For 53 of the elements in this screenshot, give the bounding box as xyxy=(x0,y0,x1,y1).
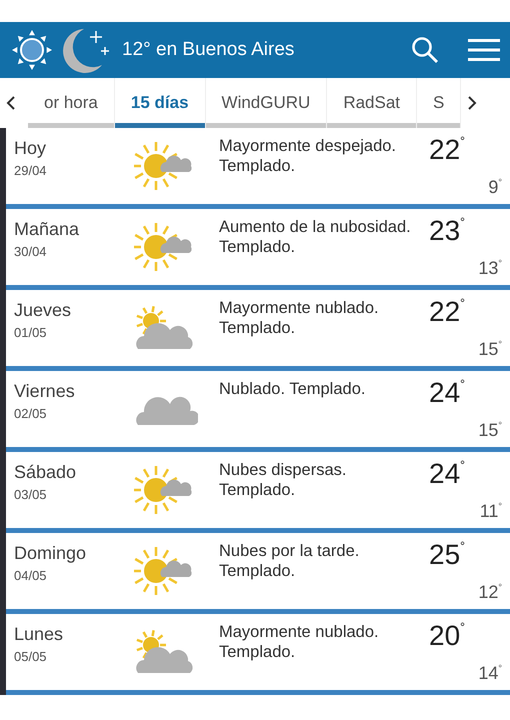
forecast-row[interactable]: Mañana 30/04 Aumento de la nubosidad. Templado. 23$^{°}$ 13$^{°}$ xyxy=(6,209,510,290)
menu-icon[interactable] xyxy=(468,37,500,63)
min-temperature: 15$^{°}$ xyxy=(478,420,502,442)
forecast-description: Aumento de la nubosidad. Templado. xyxy=(219,217,412,258)
day-name: Domingo xyxy=(14,543,88,564)
forecast-description: Mayormente despejado. Templado. xyxy=(219,136,398,177)
min-temperature: 15$^{°}$ xyxy=(478,339,502,361)
date-label: 03/05 xyxy=(14,487,48,502)
max-temperature: 20$^{°}$ xyxy=(429,619,465,652)
date-label: 30/04 xyxy=(14,244,48,259)
date-label: 01/05 xyxy=(14,325,48,340)
forecast-row[interactable]: Jueves 01/05 Mayormente nublado. Templado. 22$^{°}$ 15$^{°}$ xyxy=(6,290,510,371)
forecast-description: Nublado. Templado. xyxy=(219,379,366,400)
min-temperature: 12$^{°}$ xyxy=(478,582,502,604)
forecast-description: Nubes dispersas. Templado. xyxy=(219,460,348,501)
tab[interactable]: 15 días xyxy=(114,78,206,128)
day-name: Jueves xyxy=(14,300,72,321)
forecast-row[interactable]: Domingo 04/05 Nubes por la tarde. Templado. 25$^{°}$ 12$^{°}$ xyxy=(6,533,510,614)
max-temperature: 22$^{°}$ xyxy=(429,133,465,166)
day-name: Viernes xyxy=(14,381,76,402)
tab[interactable]: WindGURU xyxy=(206,78,328,128)
forecast-row[interactable]: Viernes 02/05 Nublado. Templado. 24$^{°}$ 15$^{°}$ xyxy=(6,371,510,452)
max-temperature: 23$^{°}$ xyxy=(429,214,465,247)
search-icon[interactable] xyxy=(410,35,440,65)
date-label: 29/04 xyxy=(14,163,48,178)
header-title: 12° en Buenos Aires xyxy=(122,39,296,61)
date-label: 05/05 xyxy=(14,649,48,664)
min-temperature: 14$^{°}$ xyxy=(478,663,502,685)
tab[interactable]: S xyxy=(417,78,462,128)
day-name: Lunes xyxy=(14,624,64,645)
forecast-row[interactable]: Sábado 03/05 Nubes dispersas. Templado. 24$^{°}$ 11$^{°}$ xyxy=(6,452,510,533)
day-name: Sábado xyxy=(14,462,78,483)
tab[interactable]: or hora xyxy=(28,78,115,128)
forecast-row[interactable]: Lunes 05/05 Mayormente nublado. Templado. 20$^{°}$ 14$^{°}$ xyxy=(6,614,510,695)
day-name: Mañana xyxy=(14,219,80,240)
forecast-description: Mayormente nublado. Templado. xyxy=(219,298,380,339)
max-temperature: 24$^{°}$ xyxy=(429,376,465,409)
max-temperature: 25$^{°}$ xyxy=(429,538,465,571)
tab[interactable]: RadSat xyxy=(327,78,418,128)
max-temperature: 24$^{°}$ xyxy=(429,457,465,490)
chevron-right-icon[interactable] xyxy=(467,96,478,110)
min-temperature: 9$^{°}$ xyxy=(488,177,502,199)
min-temperature: 13$^{°}$ xyxy=(478,258,502,280)
date-label: 04/05 xyxy=(14,568,48,583)
date-label: 02/05 xyxy=(14,406,48,421)
forecast-row[interactable]: Hoy 29/04 Mayormente despejado. Templado. 22$^{°}$ 9$^{°}$ xyxy=(6,128,510,209)
max-temperature: 22$^{°}$ xyxy=(429,295,465,328)
forecast-description: Mayormente nublado. Templado. xyxy=(219,622,380,663)
min-temperature: 11$^{°}$ xyxy=(480,501,502,523)
sun-icon xyxy=(10,28,54,72)
forecast-description: Nubes por la tarde. Templado. xyxy=(219,541,360,582)
day-name: Hoy xyxy=(14,138,48,159)
chevron-left-icon[interactable] xyxy=(6,96,16,110)
